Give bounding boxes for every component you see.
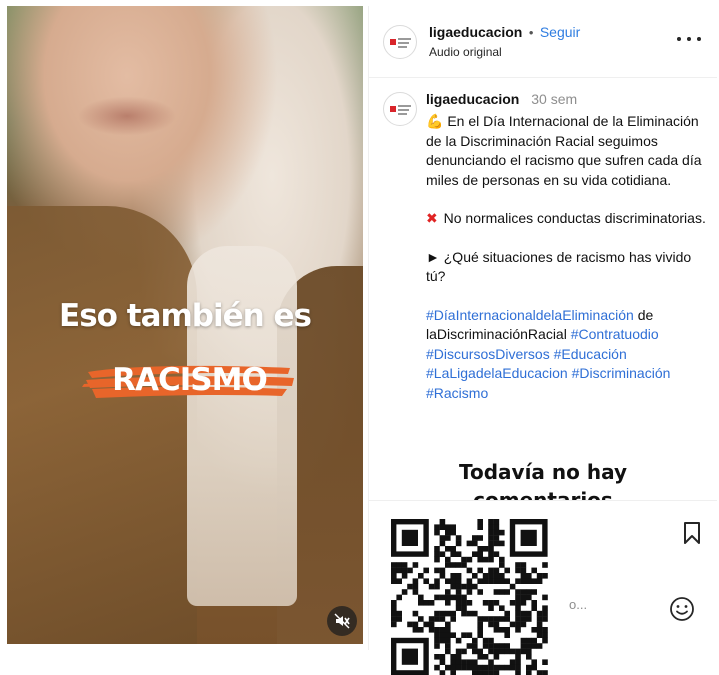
hashtag[interactable]: #LaLigadelaEducacion	[426, 365, 568, 381]
avatar[interactable]	[383, 25, 417, 59]
coat-shape	[7, 206, 197, 644]
highlight-banner: RACISMO	[82, 356, 297, 404]
follow-button[interactable]: Seguir	[540, 24, 580, 40]
no-comments-title: Todavía no hay	[459, 460, 627, 484]
hashtag[interactable]: #Educación	[554, 346, 627, 362]
highlight-word: RACISMO	[112, 362, 268, 398]
qr-code	[383, 513, 555, 675]
caption-author: ligaeducacion 30 sem	[426, 91, 577, 107]
more-options-button[interactable]	[677, 32, 701, 46]
hashtag[interactable]: #Contratuodio	[571, 326, 659, 342]
smiley-icon[interactable]	[669, 596, 695, 622]
cross-mark-icon: ✖	[426, 210, 438, 226]
reel-video[interactable]: Eso también es RACISMO	[7, 6, 363, 644]
video-headline: Eso también es	[59, 298, 312, 334]
pointer-icon: ►	[426, 248, 440, 265]
caption: ligaeducacion 30 sem 💪 En el Día Interna…	[369, 78, 717, 512]
speaker-muted-icon	[334, 613, 350, 629]
hashtag[interactable]: #DiscursosDiversos	[426, 346, 550, 362]
caption-text: 💪 En el Día Internacional de la Eliminac…	[426, 112, 711, 403]
caption-username[interactable]: ligaeducacion	[426, 91, 519, 107]
flexed-arm-icon: 💪	[426, 113, 444, 129]
more-horizontal-icon	[677, 37, 681, 41]
qr-code-icon	[391, 519, 548, 675]
post-time[interactable]: 30 sem	[531, 91, 577, 107]
caption-avatar[interactable]	[383, 92, 417, 126]
caption-paragraph-3: ► ¿Qué situaciones de racismo has vivido…	[426, 248, 692, 285]
hashtag[interactable]: #Discriminación	[572, 365, 671, 381]
separator-dot: •	[528, 25, 534, 40]
hashtag-list: #DíaInternacionaldelaEliminación de laDi…	[426, 306, 671, 401]
hashtag[interactable]: #Racismo	[426, 385, 488, 401]
header-text: ligaeducacion • Seguir Audio original	[429, 24, 580, 59]
audio-label[interactable]: Audio original	[429, 45, 580, 59]
post-header: ligaeducacion • Seguir Audio original	[369, 6, 717, 78]
caption-paragraph-1: 💪 En el Día Internacional de la Eliminac…	[426, 113, 702, 188]
header-username[interactable]: ligaeducacion	[429, 24, 522, 40]
caption-paragraph-2: ✖ No normalices conductas discriminatori…	[426, 210, 706, 226]
bookmark-icon[interactable]	[681, 521, 703, 545]
comment-input[interactable]: o...	[569, 597, 669, 612]
mute-button[interactable]	[327, 606, 357, 636]
hashtag[interactable]: #DíaInternacionaldelaEliminación	[426, 307, 634, 323]
